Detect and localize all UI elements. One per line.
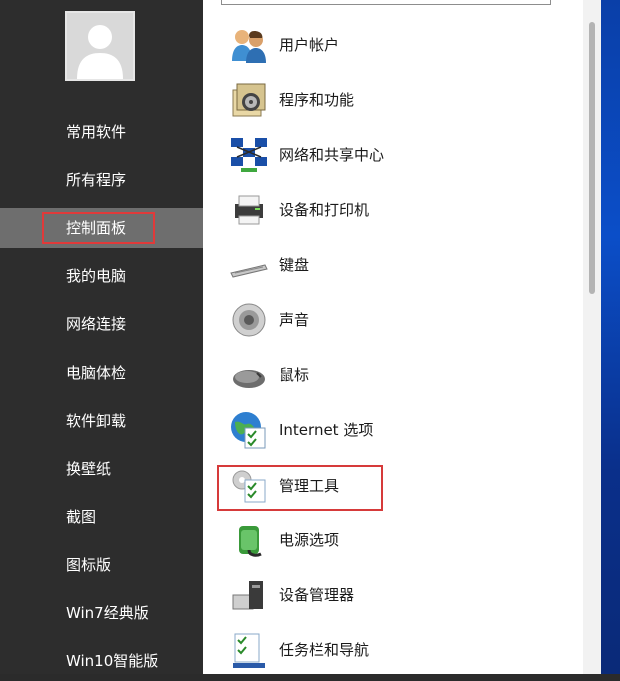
sidebar-item-label: 换壁纸 <box>66 460 112 478</box>
cp-item-network-sharing[interactable]: 网络和共享中心 <box>221 130 581 180</box>
cp-item-label: 设备和打印机 <box>279 201 370 219</box>
sidebar-item-network-connection[interactable]: 网络连接 <box>0 304 203 344</box>
sidebar-item-label: 网络连接 <box>66 315 127 333</box>
sidebar-item-win7-classic[interactable]: Win7经典版 <box>0 593 203 633</box>
sidebar: 常用软件 所有程序 控制面板 我的电脑 网络连接 电脑体检 软件卸载 换壁纸 截… <box>0 0 203 674</box>
sidebar-item-label: 截图 <box>66 508 97 526</box>
mouse-icon <box>233 370 265 388</box>
cp-item-user-accounts[interactable]: 用户帐户 <box>221 20 581 70</box>
cp-item-label: 电源选项 <box>279 531 340 549</box>
desktop-background <box>601 0 620 674</box>
cp-item-label: 管理工具 <box>279 477 340 495</box>
sidebar-item-label: 我的电脑 <box>66 267 127 285</box>
scrollbar-thumb[interactable] <box>589 22 595 294</box>
cp-item-device-manager[interactable]: 设备管理器 <box>221 570 581 620</box>
cp-item-label: Internet 选项 <box>279 421 374 439</box>
sidebar-item-label: Win7经典版 <box>66 604 149 622</box>
sidebar-item-screenshot[interactable]: 截图 <box>0 497 203 537</box>
sidebar-item-pc-checkup[interactable]: 电脑体检 <box>0 353 203 393</box>
power-icon <box>239 526 262 557</box>
cp-item-sound[interactable]: 声音 <box>221 295 581 345</box>
keyboard-icon <box>230 264 268 278</box>
cp-item-label: 声音 <box>279 311 310 329</box>
cp-item-label: 任务栏和导航 <box>279 641 370 659</box>
network-icon <box>231 138 267 172</box>
sidebar-item-common-software[interactable]: 常用软件 <box>0 112 203 152</box>
users-icon <box>232 30 266 63</box>
sidebar-item-label: 软件卸载 <box>66 412 127 430</box>
cp-item-programs[interactable]: 程序和功能 <box>221 75 581 125</box>
cp-item-admin-tools[interactable]: 管理工具 <box>221 461 581 511</box>
sidebar-item-label: 控制面板 <box>66 219 127 237</box>
cp-item-label: 键盘 <box>279 256 310 274</box>
sidebar-item-icon-version[interactable]: 图标版 <box>0 545 203 585</box>
cp-item-keyboard[interactable]: 键盘 <box>221 240 581 290</box>
cp-item-label: 设备管理器 <box>279 586 355 604</box>
sidebar-item-my-computer[interactable]: 我的电脑 <box>0 256 203 296</box>
vertical-scrollbar[interactable] <box>583 0 601 674</box>
user-avatar-icon[interactable] <box>65 11 135 81</box>
cp-item-label: 鼠标 <box>279 366 310 384</box>
sidebar-item-label: Win10智能版 <box>66 652 159 670</box>
sidebar-item-wallpaper[interactable]: 换壁纸 <box>0 449 203 489</box>
search-input[interactable] <box>221 0 551 5</box>
control-panel-list: 用户帐户 程序和功能 网络和共享中心 设备和打印机 键盘 声音 鼠标 Inter… <box>203 0 603 674</box>
printer-icon <box>235 195 263 225</box>
cp-item-label: 程序和功能 <box>279 91 355 109</box>
internet-options-icon <box>231 412 266 449</box>
cp-item-taskbar-navigation[interactable]: 任务栏和导航 <box>221 625 581 675</box>
cp-item-label: 用户帐户 <box>279 36 340 54</box>
sidebar-item-all-programs[interactable]: 所有程序 <box>0 160 203 200</box>
cp-item-devices-printers[interactable]: 设备和打印机 <box>221 185 581 235</box>
sidebar-item-control-panel[interactable]: 控制面板 <box>0 208 203 248</box>
cp-item-internet-options[interactable]: Internet 选项 <box>221 405 581 455</box>
admin-tools-icon <box>232 470 266 503</box>
sidebar-item-label: 所有程序 <box>66 171 127 189</box>
sidebar-item-label: 电脑体检 <box>66 364 127 382</box>
cp-item-label: 网络和共享中心 <box>279 146 385 164</box>
sidebar-item-win10-smart[interactable]: Win10智能版 <box>0 641 203 681</box>
sidebar-item-label: 图标版 <box>66 556 112 574</box>
taskbar-icon <box>233 633 265 668</box>
programs-icon <box>232 83 266 117</box>
device-manager-icon <box>232 581 263 610</box>
speaker-icon <box>232 303 266 337</box>
sidebar-item-uninstall[interactable]: 软件卸载 <box>0 401 203 441</box>
sidebar-item-label: 常用软件 <box>66 123 127 141</box>
cp-item-mouse[interactable]: 鼠标 <box>221 350 581 400</box>
cp-item-power-options[interactable]: 电源选项 <box>221 515 581 565</box>
